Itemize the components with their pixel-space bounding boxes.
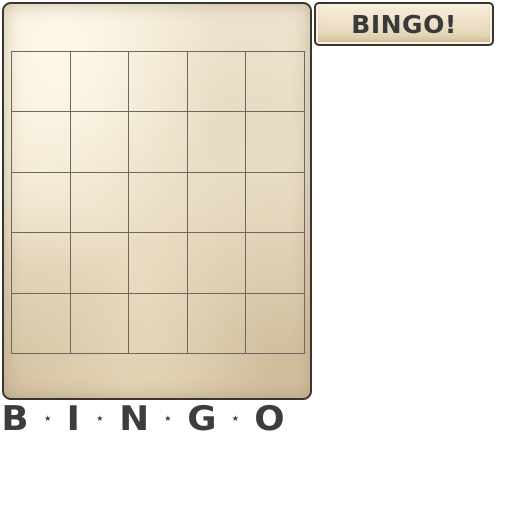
title-letter-n: N <box>118 399 149 439</box>
bingo-cell[interactable] <box>187 52 247 113</box>
bingo-cell[interactable] <box>129 293 188 354</box>
bingo-cell[interactable] <box>129 233 188 294</box>
title-letter-b: B <box>1 399 29 439</box>
bingo-cell[interactable] <box>246 233 305 294</box>
bingo-cell[interactable] <box>129 172 188 234</box>
star-icon: ★ <box>44 414 52 423</box>
call-bingo-button[interactable]: BINGO! <box>314 2 494 46</box>
star-icon: ★ <box>231 414 239 423</box>
bingo-cell[interactable] <box>246 172 305 234</box>
star-icon: ★ <box>96 414 104 423</box>
bingo-grid <box>11 51 305 354</box>
star-icon: ★ <box>164 414 172 423</box>
bingo-cell[interactable] <box>12 52 71 113</box>
bingo-cell[interactable] <box>70 52 130 113</box>
bingo-cell[interactable] <box>246 52 305 113</box>
bingo-cell[interactable] <box>12 172 71 234</box>
bingo-cell[interactable] <box>129 52 188 113</box>
bingo-cell[interactable] <box>129 112 188 173</box>
bingo-cell[interactable] <box>12 112 71 173</box>
bingo-cell[interactable] <box>187 112 247 173</box>
bingo-cell[interactable] <box>70 172 130 234</box>
bingo-cell[interactable] <box>187 233 247 294</box>
bingo-title: B ★ I ★ N ★ G ★ O <box>1 399 285 439</box>
title-letter-o: O <box>254 399 285 439</box>
title-letter-g: G <box>186 399 217 439</box>
bingo-cell[interactable] <box>70 293 130 354</box>
bingo-cell[interactable] <box>70 233 130 294</box>
call-bingo-button-label: BINGO! <box>351 9 457 39</box>
bingo-cell[interactable] <box>12 293 71 354</box>
bingo-cell[interactable] <box>187 172 247 234</box>
game-stage: BINGO! B ★ I ★ N ★ G ★ O <box>0 0 512 512</box>
bingo-cell[interactable] <box>246 293 305 354</box>
title-letter-i: I <box>67 399 81 439</box>
bingo-cell[interactable] <box>12 233 71 294</box>
bingo-card <box>2 2 312 400</box>
bingo-cell[interactable] <box>187 293 247 354</box>
bingo-cell[interactable] <box>246 112 305 173</box>
bingo-cell[interactable] <box>70 112 130 173</box>
